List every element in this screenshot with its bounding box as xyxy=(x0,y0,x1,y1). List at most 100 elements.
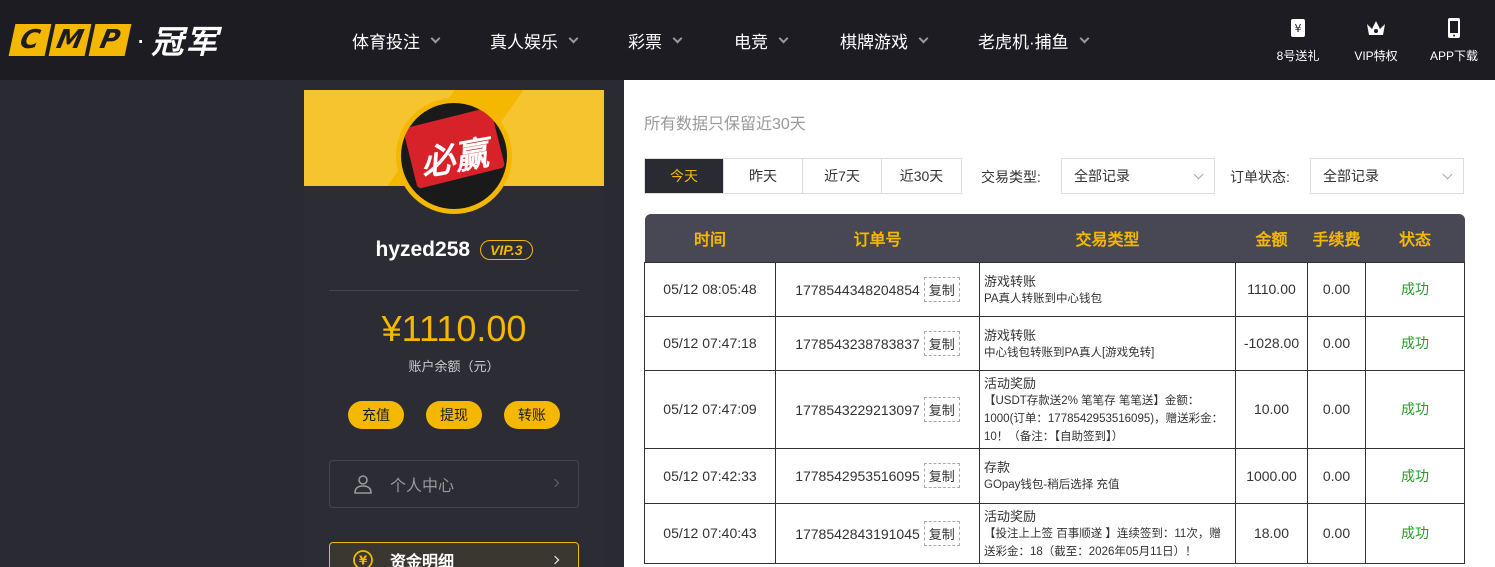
cell-order: 1778542953516095 复制 xyxy=(775,447,980,504)
tab-today[interactable]: 今天 xyxy=(645,159,724,193)
chevron-down-icon xyxy=(918,33,929,43)
cell-amount: 10.00 xyxy=(1235,369,1308,449)
avatar[interactable]: 必赢 xyxy=(396,98,512,214)
type-title: 存款 xyxy=(984,460,1011,475)
cell-amount: 1000.00 xyxy=(1235,447,1308,504)
cell-time: 05/12 07:47:09 xyxy=(644,369,776,449)
data-retention-note: 所有数据只保留近30天 xyxy=(644,116,806,133)
cell-time: 05/12 07:47:18 xyxy=(644,315,776,371)
copy-button[interactable]: 复制 xyxy=(923,396,960,422)
wallet-actions: 充值 提现 转账 xyxy=(304,401,604,429)
chevron-down-icon xyxy=(1442,169,1453,180)
transfer-button[interactable]: 转账 xyxy=(504,401,560,429)
chevron-right-icon xyxy=(550,478,560,488)
brand-logo[interactable]: C M P · 冠军 xyxy=(8,20,220,61)
chevron-right-icon xyxy=(550,555,560,565)
top-header: C M P · 冠军 体育投注 真人娱乐 彩票 电竞 棋牌游戏 老虎机·捕鱼 ¥… xyxy=(0,0,1495,80)
order-status-select[interactable]: 全部记录 xyxy=(1310,158,1464,194)
tab-yesterday[interactable]: 昨天 xyxy=(724,159,803,193)
nav-item-sports[interactable]: 体育投注 xyxy=(352,28,490,53)
column-header: 金额 xyxy=(1235,214,1308,262)
gift-link[interactable]: ¥ 8号送礼 xyxy=(1269,17,1327,64)
cell-order: 1778544348204854 复制 xyxy=(775,261,980,317)
table-header-row: 时间 订单号 交易类型 金额 手续费 状态 xyxy=(644,214,1465,262)
copy-button[interactable]: 复制 xyxy=(923,520,960,546)
logo-letter: C xyxy=(8,24,52,56)
nav-item-lottery[interactable]: 彩票 xyxy=(628,28,734,53)
type-detail: PA真人转账到中心钱包 xyxy=(984,292,1102,305)
cell-amount: 1110.00 xyxy=(1235,261,1308,317)
svg-text:¥: ¥ xyxy=(1295,22,1302,35)
table-row: 05/12 07:47:09 1778543229213097 复制 活动奖励 【U… xyxy=(644,369,1465,449)
cell-amount: 18.00 xyxy=(1235,502,1308,564)
column-header: 手续费 xyxy=(1307,214,1366,262)
nav-label: 老虎机·捕鱼 xyxy=(978,32,1069,52)
chevron-down-icon xyxy=(568,33,579,43)
cell-fee: 0.00 xyxy=(1307,447,1366,504)
nav-item-card-games[interactable]: 棋牌游戏 xyxy=(840,28,978,53)
app-download-link[interactable]: APP下载 xyxy=(1425,17,1483,64)
logo-dot: · xyxy=(136,24,146,55)
order-number: 1778543238783837 xyxy=(795,335,920,352)
logo-letter: M xyxy=(48,24,92,56)
type-detail: 中心钱包转账到PA真人[游戏免转] xyxy=(984,346,1155,359)
cell-amount: -1028.00 xyxy=(1235,315,1308,371)
account-sidebar: 必赢 hyzed258 VIP.3 ¥1110.00 账户余额（元） 充值 提现… xyxy=(304,90,604,567)
username: hyzed258 xyxy=(375,238,471,261)
copy-button[interactable]: 复制 xyxy=(923,463,960,488)
nav-item-slots-fishing[interactable]: 老虎机·捕鱼 xyxy=(978,28,1098,53)
vip-link[interactable]: VIP特权 xyxy=(1347,17,1405,64)
cell-status: 成功 xyxy=(1365,502,1465,564)
cell-time: 05/12 07:40:43 xyxy=(644,502,776,564)
cell-status: 成功 xyxy=(1365,261,1465,317)
cell-type: 活动奖励 【投注上上签 百事顺遂 】连续签到：11次，赠送彩金：18（截至：202… xyxy=(979,502,1236,564)
copy-button[interactable]: 复制 xyxy=(923,276,960,302)
nav-item-live-casino[interactable]: 真人娱乐 xyxy=(490,28,628,53)
gift-money-icon: ¥ xyxy=(1291,18,1305,37)
cell-order: 1778542843191045 复制 xyxy=(775,502,980,564)
yen-coin-icon: ¥ xyxy=(353,550,373,567)
logo-cmp: C M P xyxy=(8,24,132,56)
cell-status: 成功 xyxy=(1365,315,1465,371)
table-row: 05/12 07:42:33 1778542953516095 复制 存款 GOpa… xyxy=(644,447,1465,504)
nav-label: 真人娱乐 xyxy=(490,32,558,52)
cell-fee: 0.00 xyxy=(1307,315,1366,371)
cell-fee: 0.00 xyxy=(1307,502,1366,564)
tab-last-30-days[interactable]: 近30天 xyxy=(882,159,961,193)
nav-label: 电竞 xyxy=(734,32,768,52)
cell-type: 存款 GOpay钱包-稍后选择 充值 xyxy=(979,447,1236,504)
cell-order: 1778543229213097 复制 xyxy=(775,369,980,449)
cell-time: 05/12 08:05:48 xyxy=(644,261,776,317)
cell-type: 游戏转账 PA真人转账到中心钱包 xyxy=(979,261,1236,317)
cell-status: 成功 xyxy=(1365,447,1465,504)
type-title: 活动奖励 xyxy=(984,375,1037,391)
main-content: 所有数据只保留近30天 今天 昨天 近7天 近30天 交易类型: 全部记录 订单… xyxy=(624,80,1495,567)
column-header: 时间 xyxy=(644,214,776,262)
order-number: 1778544348204854 xyxy=(795,281,920,298)
divider xyxy=(329,290,579,291)
tab-last-7-days[interactable]: 近7天 xyxy=(803,159,882,193)
balance-amount: ¥1110.00 xyxy=(381,308,527,349)
chevron-down-icon xyxy=(672,33,683,43)
logo-cn-name: 冠军 xyxy=(151,23,220,61)
crown-icon xyxy=(1367,20,1385,35)
select-value: 全部记录 xyxy=(1074,168,1130,184)
cell-fee: 0.00 xyxy=(1307,261,1366,317)
nav-item-esports[interactable]: 电竞 xyxy=(734,28,840,53)
table-row: 05/12 07:47:18 1778543238783837 复制 游戏转账 中心… xyxy=(644,315,1465,371)
sidebar-item-personal-center[interactable]: 个人中心 xyxy=(329,460,579,508)
user-icon xyxy=(354,475,372,494)
deposit-button[interactable]: 充值 xyxy=(348,401,404,429)
cell-fee: 0.00 xyxy=(1307,369,1366,449)
type-title: 活动奖励 xyxy=(984,508,1037,524)
transaction-type-select[interactable]: 全部记录 xyxy=(1061,158,1215,194)
cell-status: 成功 xyxy=(1365,369,1465,449)
transaction-type-label: 交易类型: xyxy=(981,169,1041,185)
column-header: 状态 xyxy=(1365,214,1465,262)
withdraw-button[interactable]: 提现 xyxy=(426,401,482,429)
sidebar-item-fund-details[interactable]: ¥ 资金明细 xyxy=(329,542,579,567)
menu-label: 资金明细 xyxy=(390,554,455,567)
copy-button[interactable]: 复制 xyxy=(923,330,960,356)
chevron-down-icon xyxy=(1079,33,1090,43)
chevron-down-icon xyxy=(778,33,789,43)
